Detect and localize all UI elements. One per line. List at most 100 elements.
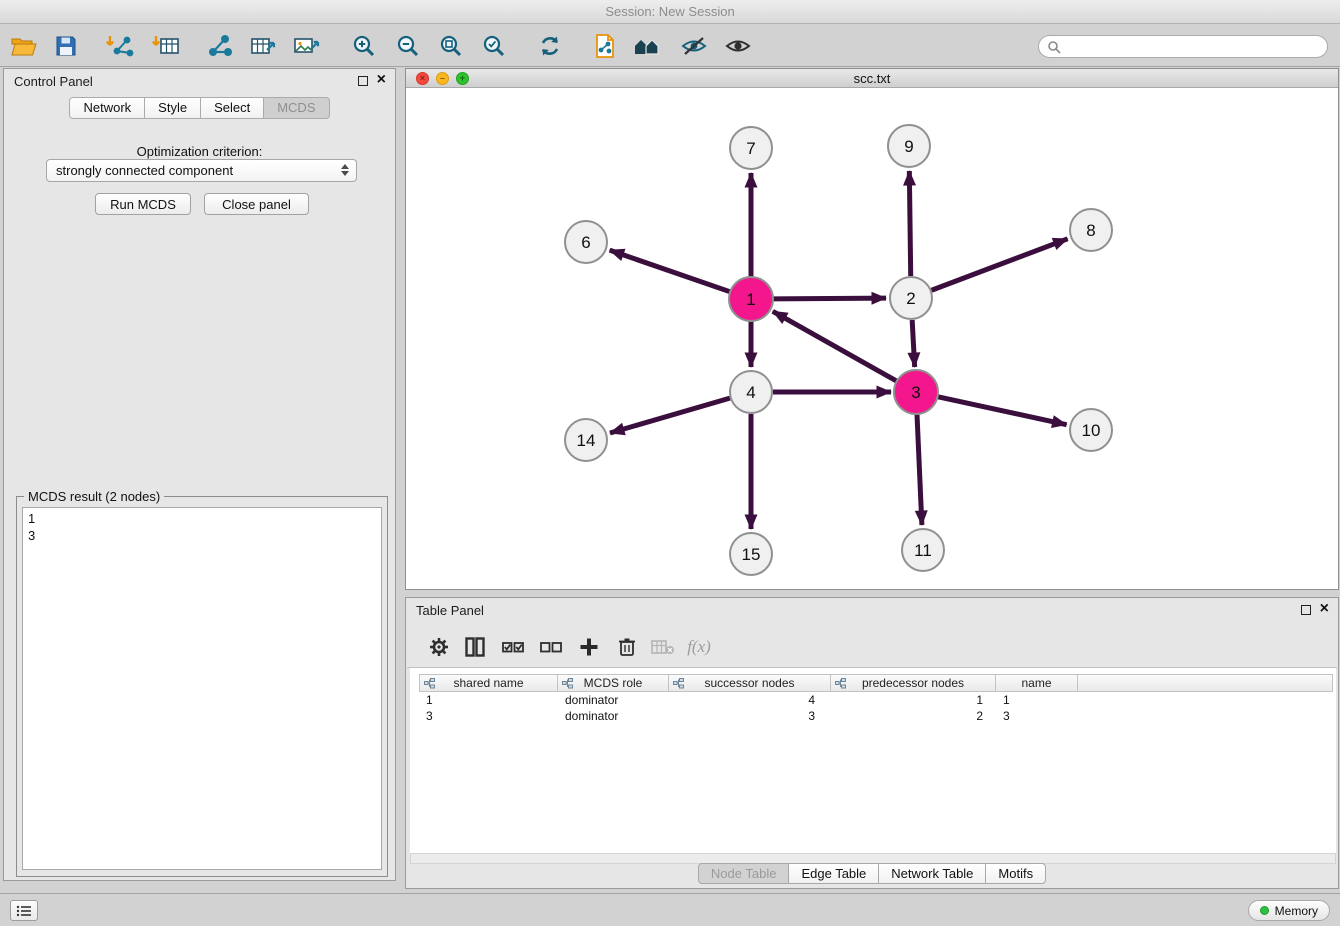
refresh-icon[interactable] bbox=[534, 29, 566, 63]
tab-style[interactable]: Style bbox=[144, 97, 201, 119]
column-header-name[interactable]: name bbox=[996, 674, 1078, 692]
search-icon bbox=[1047, 40, 1061, 54]
graph-node-3[interactable]: 3 bbox=[894, 370, 938, 414]
mcds-result-list[interactable]: 1 3 bbox=[22, 507, 382, 870]
graph-node-9[interactable]: 9 bbox=[888, 125, 930, 167]
delete-column-icon[interactable] bbox=[613, 633, 641, 661]
table-toolbar: f(x) bbox=[407, 624, 1337, 668]
graph-edge-1-6[interactable] bbox=[610, 250, 731, 292]
zoom-fit-icon[interactable] bbox=[435, 29, 467, 63]
graph-node-label: 14 bbox=[577, 431, 596, 450]
eye-icon[interactable] bbox=[722, 29, 754, 63]
search-input[interactable] bbox=[1061, 39, 1327, 54]
list-icon bbox=[16, 905, 32, 917]
graph-node-10[interactable]: 10 bbox=[1070, 409, 1112, 451]
tab-node-table[interactable]: Node Table bbox=[698, 863, 790, 884]
app-titlebar: Session: New Session bbox=[0, 0, 1340, 24]
window-maximize-icon[interactable]: + bbox=[456, 72, 469, 85]
add-column-icon[interactable] bbox=[575, 633, 603, 661]
window-close-icon[interactable]: × bbox=[416, 72, 429, 85]
graph-edge-2-3[interactable] bbox=[912, 320, 915, 367]
column-tree-icon bbox=[562, 678, 573, 689]
graph-node-8[interactable]: 8 bbox=[1070, 209, 1112, 251]
network-window-titlebar[interactable]: × – + scc.txt bbox=[406, 69, 1338, 88]
export-table-icon[interactable] bbox=[247, 29, 279, 63]
mcds-result-box: MCDS result (2 nodes) 1 3 bbox=[16, 496, 388, 877]
close-panel-icon[interactable]: × bbox=[377, 72, 386, 88]
copy-network-icon[interactable] bbox=[589, 29, 621, 63]
column-header-predecessor-nodes[interactable]: predecessor nodes bbox=[831, 674, 996, 692]
mcds-result-title: MCDS result (2 nodes) bbox=[24, 489, 164, 504]
save-session-icon[interactable] bbox=[50, 29, 82, 63]
table-row[interactable]: 1 dominator 4 1 1 bbox=[419, 692, 1333, 708]
graph-node-7[interactable]: 7 bbox=[730, 127, 772, 169]
tab-edge-table[interactable]: Edge Table bbox=[788, 863, 879, 884]
zoom-in-icon[interactable] bbox=[348, 29, 380, 63]
close-panel-button[interactable]: Close panel bbox=[204, 193, 309, 215]
tab-mcds[interactable]: MCDS bbox=[263, 97, 329, 119]
graph-edge-3-11[interactable] bbox=[917, 414, 922, 525]
column-header-shared-name[interactable]: shared name bbox=[419, 674, 558, 692]
table-settings-gear-icon[interactable] bbox=[425, 633, 453, 661]
search-field[interactable] bbox=[1038, 35, 1328, 58]
mcds-result-line: 3 bbox=[28, 527, 376, 544]
tab-network-table[interactable]: Network Table bbox=[878, 863, 986, 884]
control-panel-title: Control Panel bbox=[14, 74, 93, 89]
status-bar: Memory bbox=[0, 893, 1340, 926]
column-header-successor-nodes[interactable]: successor nodes bbox=[669, 674, 831, 692]
graph-node-4[interactable]: 4 bbox=[730, 371, 772, 413]
new-network-icon[interactable] bbox=[204, 29, 236, 63]
graph-node-label: 6 bbox=[581, 233, 590, 252]
graph-node-label: 7 bbox=[746, 139, 755, 158]
graph-node-label: 3 bbox=[911, 383, 920, 402]
tab-motifs[interactable]: Motifs bbox=[985, 863, 1046, 884]
window-minimize-icon[interactable]: – bbox=[436, 72, 449, 85]
zoom-selected-icon[interactable] bbox=[478, 29, 510, 63]
first-neighbors-icon[interactable] bbox=[632, 29, 664, 63]
delete-table-icon[interactable] bbox=[649, 633, 677, 661]
column-header-mcds-role[interactable]: MCDS role bbox=[558, 674, 669, 692]
function-builder-icon[interactable]: f(x) bbox=[685, 633, 713, 661]
graph-edge-2-8[interactable] bbox=[932, 239, 1068, 290]
import-network-icon[interactable] bbox=[104, 29, 136, 63]
graph-node-6[interactable]: 6 bbox=[565, 221, 607, 263]
graph-edge-1-2[interactable] bbox=[773, 298, 886, 299]
graph-node-14[interactable]: 14 bbox=[565, 419, 607, 461]
optimization-criterion-label: Optimization criterion: bbox=[4, 144, 395, 159]
show-columns-icon[interactable] bbox=[461, 633, 489, 661]
graph-node-11[interactable]: 11 bbox=[902, 529, 944, 571]
column-tree-icon bbox=[835, 678, 846, 689]
memory-button[interactable]: Memory bbox=[1248, 900, 1330, 921]
network-graph[interactable]: 7 9 6 8 1 2 4 3 14 10 15 11 bbox=[406, 88, 1338, 589]
export-image-icon[interactable] bbox=[290, 29, 322, 63]
select-all-icon[interactable] bbox=[499, 633, 527, 661]
criterion-dropdown[interactable]: strongly connected component bbox=[46, 159, 357, 182]
open-session-icon[interactable] bbox=[8, 29, 40, 63]
graphics-details-icon[interactable] bbox=[678, 29, 710, 63]
graph-edge-3-1[interactable] bbox=[773, 311, 897, 381]
float-panel-icon[interactable] bbox=[358, 76, 368, 86]
import-table-icon[interactable] bbox=[150, 29, 182, 63]
deselect-all-icon[interactable] bbox=[537, 633, 565, 661]
close-table-panel-icon[interactable]: × bbox=[1320, 601, 1329, 617]
table-panel-title: Table Panel bbox=[416, 603, 484, 618]
graph-node-1[interactable]: 1 bbox=[729, 277, 773, 321]
column-tree-icon bbox=[673, 678, 684, 689]
graph-edge-2-9[interactable] bbox=[909, 171, 910, 276]
tab-network[interactable]: Network bbox=[69, 97, 145, 119]
graph-edge-3-10[interactable] bbox=[937, 397, 1066, 425]
table-row[interactable]: 3 dominator 3 2 3 bbox=[419, 708, 1333, 724]
float-table-panel-icon[interactable] bbox=[1301, 605, 1311, 615]
network-window: × – + scc.txt 7 9 6 8 1 2 4 3 14 10 15 11 bbox=[405, 68, 1339, 590]
task-history-button[interactable] bbox=[10, 900, 38, 921]
zoom-out-icon[interactable] bbox=[392, 29, 424, 63]
graph-node-label: 11 bbox=[914, 541, 932, 560]
control-panel: Control Panel × Network Style Select MCD… bbox=[3, 68, 396, 881]
tab-select[interactable]: Select bbox=[200, 97, 264, 119]
run-mcds-button[interactable]: Run MCDS bbox=[95, 193, 191, 215]
mcds-result-line: 1 bbox=[28, 510, 376, 527]
graph-node-15[interactable]: 15 bbox=[730, 533, 772, 575]
graph-node-2[interactable]: 2 bbox=[890, 277, 932, 319]
graph-node-label: 9 bbox=[904, 137, 913, 156]
graph-edge-4-14[interactable] bbox=[610, 398, 730, 433]
